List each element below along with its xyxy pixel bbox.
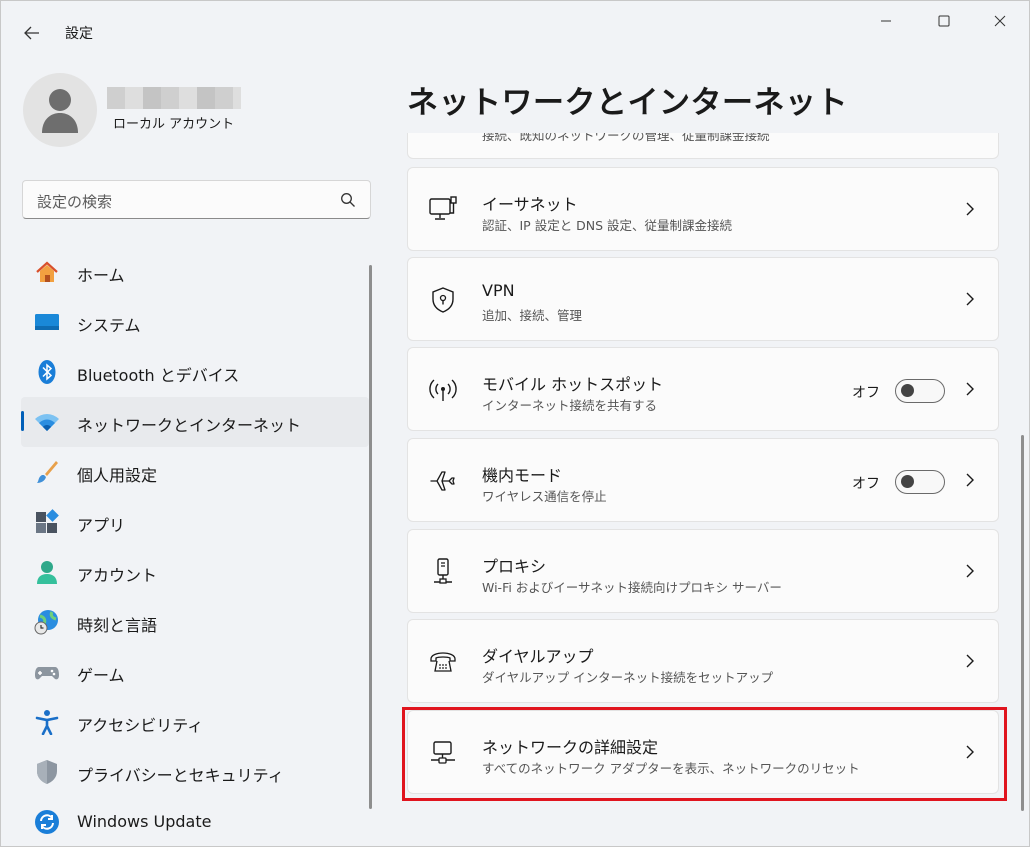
- chevron-right-icon: [966, 654, 974, 668]
- apps-icon: [36, 509, 59, 533]
- card-subtitle: インターネット接続を共有する: [482, 398, 658, 413]
- vpn-shield-icon: [432, 287, 454, 313]
- main-scrollbar[interactable]: [1021, 435, 1024, 811]
- sidebar-item-label: アプリ: [77, 516, 126, 535]
- search-input[interactable]: 設定の検索: [22, 180, 371, 219]
- maximize-icon: [938, 15, 950, 27]
- card-subtitle: ワイヤレス通信を停止: [482, 489, 607, 504]
- toggle-state-label: オフ: [852, 476, 880, 492]
- ethernet-icon: [429, 196, 457, 220]
- card-title: イーサネット: [482, 195, 578, 214]
- sidebar-item-gaming[interactable]: ゲーム: [21, 647, 369, 697]
- system-icon: [35, 314, 59, 330]
- search-placeholder: 設定の検索: [37, 193, 113, 211]
- card-title: プロキシ: [482, 557, 547, 576]
- sidebar-item-label: システム: [77, 316, 141, 335]
- toggle-state-label: オフ: [852, 385, 880, 401]
- sidebar-item-personalization[interactable]: 個人用設定: [21, 447, 369, 497]
- sidebar-item-label: Bluetooth とデバイス: [77, 366, 240, 385]
- sidebar-item-network[interactable]: ネットワークとインターネット: [21, 397, 369, 447]
- card-vpn[interactable]: VPN 追加、接続、管理: [407, 257, 999, 341]
- sidebar-item-label: ゲーム: [77, 666, 125, 685]
- airplane-toggle[interactable]: [895, 470, 945, 494]
- sidebar-item-label: ネットワークとインターネット: [77, 416, 302, 435]
- highlight-box: [402, 707, 1007, 801]
- card-proxy[interactable]: プロキシ Wi-Fi およびイーサネット接続向けプロキシ サーバー: [407, 529, 999, 613]
- card-title: モバイル ホットスポット: [482, 375, 664, 394]
- chevron-right-icon: [966, 382, 974, 396]
- avatar[interactable]: [23, 73, 97, 147]
- chevron-right-icon: [966, 202, 974, 216]
- hotspot-toggle[interactable]: [895, 379, 945, 403]
- airplane-icon: [430, 471, 455, 491]
- gamepad-icon: [35, 667, 59, 680]
- sidebar-item-accounts[interactable]: アカウント: [21, 547, 369, 597]
- minimize-button[interactable]: [863, 5, 909, 37]
- sidebar-scrollbar[interactable]: [369, 265, 372, 809]
- card-mobile-hotspot[interactable]: モバイル ホットスポット インターネット接続を共有する オフ: [407, 347, 999, 431]
- sidebar-item-label: 個人用設定: [77, 466, 158, 485]
- sidebar-item-bluetooth[interactable]: Bluetooth とデバイス: [21, 347, 369, 397]
- sidebar-item-home[interactable]: ホーム: [21, 247, 369, 297]
- title-bar: 設定: [1, 1, 1029, 65]
- windows-update-icon: [35, 810, 59, 834]
- accessibility-icon: [35, 710, 59, 735]
- home-icon: [36, 261, 58, 282]
- minimize-icon: [881, 20, 891, 22]
- card-dialup[interactable]: ダイヤルアップ ダイヤルアップ インターネット接続をセットアップ: [407, 619, 999, 703]
- chevron-right-icon: [966, 564, 974, 578]
- card-title: ダイヤルアップ: [482, 647, 594, 666]
- sidebar-nav: ホーム システム Bluetooth とデバイス ネットワークとインターネット: [21, 247, 369, 846]
- sidebar-item-time-language[interactable]: 時刻と言語: [21, 597, 369, 647]
- sidebar-item-label: ホーム: [77, 266, 125, 285]
- sidebar-item-apps[interactable]: アプリ: [21, 497, 369, 547]
- sidebar-item-windows-update[interactable]: Windows Update: [21, 797, 369, 846]
- wifi-icon: [35, 414, 59, 431]
- search-icon: [341, 193, 355, 207]
- user-name-redacted: [107, 87, 241, 109]
- wifi-card-partial[interactable]: 接続、既知のネットワークの管理、従量制課金接続: [407, 133, 999, 159]
- card-title: VPN: [482, 281, 515, 300]
- page-title: ネットワークとインターネット: [407, 85, 848, 121]
- globe-clock-icon: [34, 610, 58, 635]
- back-arrow-icon: [24, 26, 39, 40]
- chevron-right-icon: [966, 473, 974, 487]
- card-airplane-mode[interactable]: 機内モード ワイヤレス通信を停止 オフ: [407, 438, 999, 522]
- sidebar-item-label: アクセシビリティ: [77, 716, 204, 735]
- toggle-knob: [901, 475, 914, 488]
- card-ethernet[interactable]: イーサネット 認証、IP 設定と DNS 設定、従量制課金接続: [407, 167, 999, 251]
- back-button[interactable]: [15, 19, 49, 47]
- sidebar-item-accessibility[interactable]: アクセシビリティ: [21, 697, 369, 747]
- card-title: 機内モード: [482, 466, 563, 485]
- maximize-button[interactable]: [921, 5, 967, 37]
- hotspot-icon: [429, 379, 457, 401]
- card-subtitle: 接続、既知のネットワークの管理、従量制課金接続: [482, 133, 770, 143]
- sidebar-item-privacy[interactable]: プライバシーとセキュリティ: [21, 747, 369, 797]
- close-button[interactable]: [977, 5, 1023, 37]
- sidebar-item-label: 時刻と言語: [77, 616, 158, 635]
- shield-icon: [37, 760, 57, 784]
- account-type: ローカル アカウント: [113, 117, 235, 132]
- user-icon: [42, 89, 78, 133]
- bluetooth-icon: [38, 360, 56, 384]
- card-subtitle: ダイヤルアップ インターネット接続をセットアップ: [482, 670, 774, 685]
- close-icon: [994, 15, 1006, 27]
- card-subtitle: Wi-Fi およびイーサネット接続向けプロキシ サーバー: [482, 580, 782, 595]
- chevron-right-icon: [966, 292, 974, 306]
- app-title: 設定: [65, 26, 93, 42]
- account-icon: [37, 561, 57, 584]
- sidebar-item-label: プライバシーとセキュリティ: [77, 766, 284, 785]
- sidebar-item-system[interactable]: システム: [21, 297, 369, 347]
- card-subtitle: 認証、IP 設定と DNS 設定、従量制課金接続: [482, 218, 733, 233]
- sidebar-item-label: アカウント: [77, 566, 158, 585]
- brush-icon: [37, 461, 58, 483]
- toggle-knob: [901, 384, 914, 397]
- selection-indicator: [21, 411, 24, 431]
- card-subtitle: 追加、接続、管理: [482, 308, 583, 323]
- dialup-icon: [430, 652, 456, 672]
- sidebar-item-label: Windows Update: [77, 812, 212, 831]
- proxy-icon: [434, 558, 452, 584]
- settings-window: 設定 ローカル アカウント 設定の検索 ホーム システム Bluetooth と…: [0, 0, 1030, 847]
